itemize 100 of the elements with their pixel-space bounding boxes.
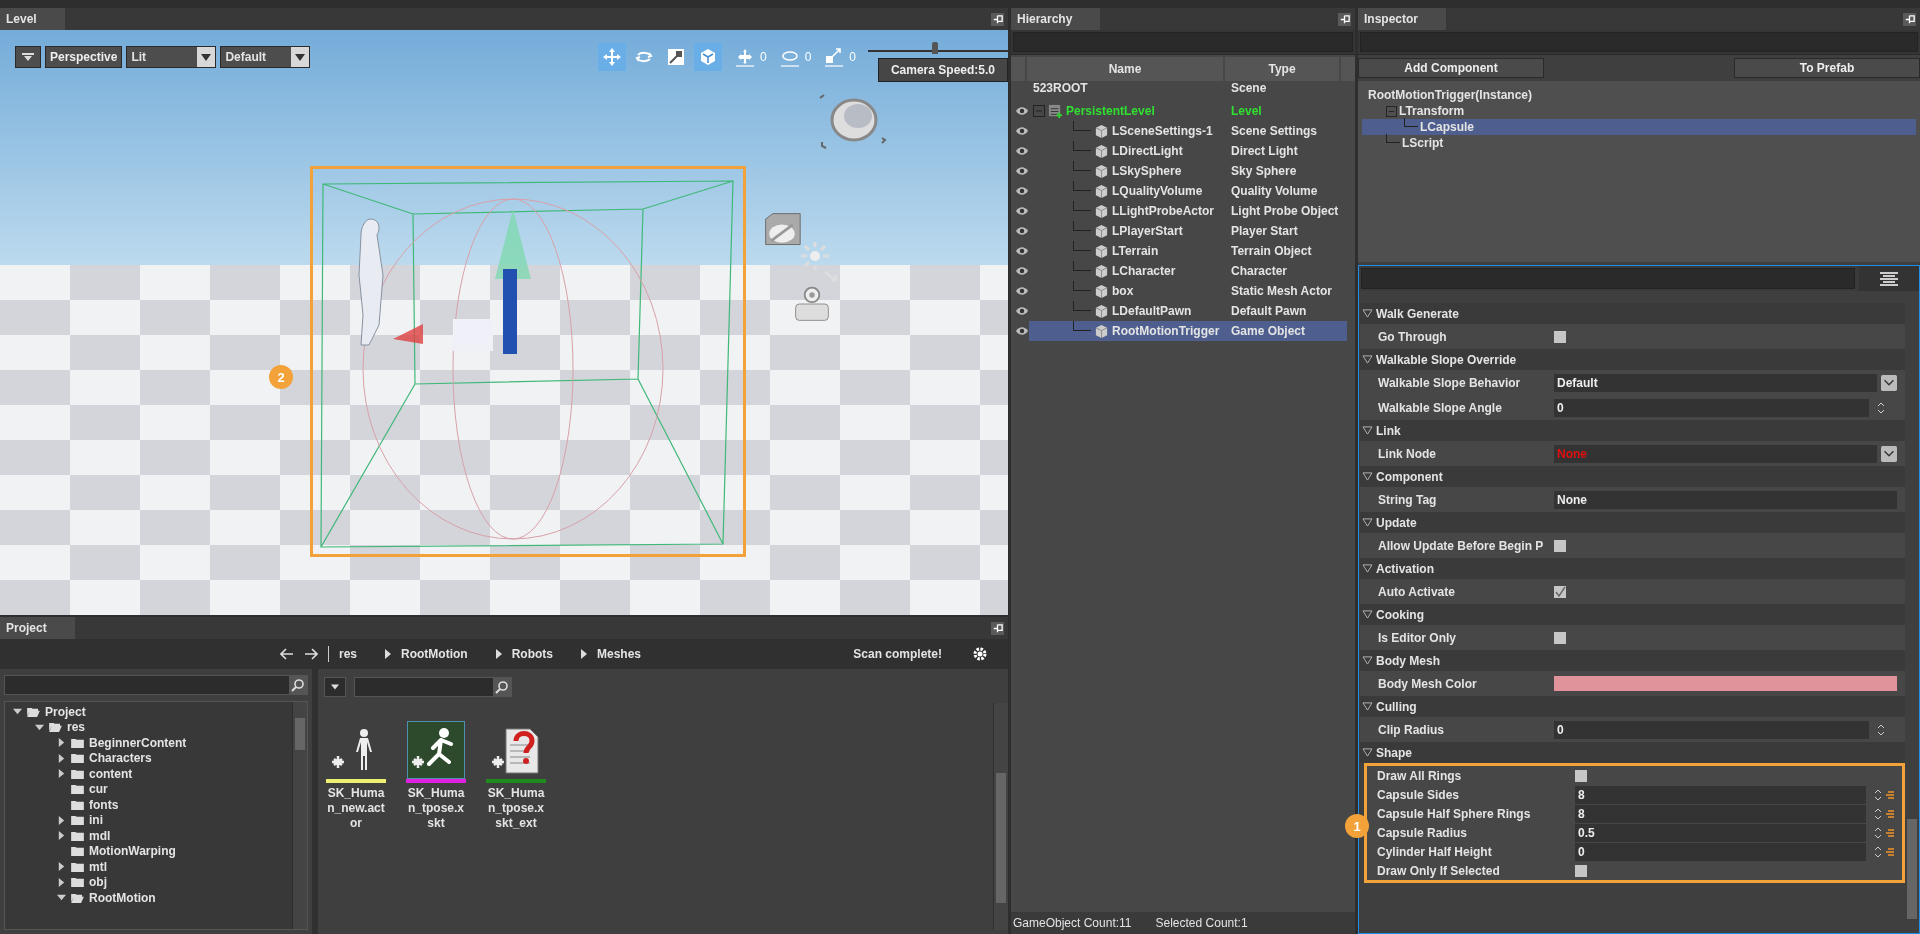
eye-icon[interactable]	[1015, 326, 1029, 336]
spinner-icon[interactable]	[1874, 787, 1882, 802]
checkbox[interactable]	[1575, 864, 1587, 877]
expand-arrow-icon[interactable]	[1362, 610, 1373, 619]
dropdown-field[interactable]: Default	[1554, 373, 1877, 392]
checkbox[interactable]	[1554, 539, 1566, 552]
expand-arrow-icon[interactable]	[1362, 309, 1373, 318]
group-header[interactable]: Link	[1360, 420, 1905, 441]
group-header[interactable]: Activation	[1360, 558, 1905, 579]
expand-arrow-icon[interactable]	[1362, 656, 1373, 665]
eye-icon[interactable]	[1015, 246, 1029, 256]
eye-icon[interactable]	[1015, 286, 1029, 296]
folder-name[interactable]: fonts	[89, 797, 119, 812]
folder-name[interactable]: obj	[89, 875, 107, 890]
asset-name[interactable]: SK_Human_tpose.xskt	[406, 786, 466, 831]
folder-name[interactable]: Project	[45, 704, 86, 719]
asset-name[interactable]: SK_Human_new.actor	[326, 786, 386, 831]
hierarchy-row[interactable]: LTerrain Terrain Object	[1029, 241, 1347, 261]
panel-tab[interactable]: Hierarchy	[1011, 8, 1101, 30]
eye-icon[interactable]	[1015, 146, 1029, 156]
expand-arrow-icon[interactable]	[1362, 355, 1373, 364]
checkbox[interactable]	[1575, 769, 1587, 782]
number-field[interactable]: 0.5	[1575, 823, 1866, 842]
folder-name[interactable]: ini	[89, 813, 103, 828]
checkbox[interactable]	[1554, 631, 1566, 644]
spinner-icon[interactable]	[1874, 806, 1882, 821]
panel-tab[interactable]: Inspector	[1358, 8, 1446, 30]
eye-icon[interactable]	[1015, 306, 1029, 316]
expand-arrow-icon[interactable]	[57, 893, 66, 903]
hierarchy-row[interactable]: LSceneSettings-1 Scene Settings	[1029, 121, 1347, 141]
expand-arrow-icon[interactable]	[57, 862, 66, 872]
component-row[interactable]: RootMotionTrigger(Instance)	[1362, 87, 1916, 103]
group-header[interactable]: Component	[1360, 466, 1905, 487]
hierarchy-row[interactable]: 523ROOT Scene	[1029, 81, 1347, 101]
eye-icon[interactable]	[1015, 186, 1029, 196]
group-header[interactable]: Shape	[1360, 742, 1905, 763]
checkbox[interactable]	[1554, 330, 1566, 343]
breadcrumb-link[interactable]: Meshes	[597, 647, 642, 661]
breadcrumb-link[interactable]: RootMotion	[401, 647, 468, 661]
expand-arrow-icon[interactable]	[1362, 702, 1373, 711]
breadcrumb-link[interactable]: res	[339, 647, 358, 661]
expand-arrow-icon[interactable]	[13, 707, 22, 717]
hierarchy-row[interactable]: LQualityVolume Quality Volume	[1029, 181, 1347, 201]
hierarchy-row[interactable]: LPlayerStart Player Start	[1029, 221, 1347, 241]
color-swatch[interactable]	[1554, 676, 1897, 691]
chevron-down-icon[interactable]	[1881, 445, 1897, 462]
expand-arrow-icon[interactable]	[1362, 426, 1373, 435]
eye-icon[interactable]	[1015, 106, 1029, 116]
expand-arrow-icon[interactable]	[57, 815, 66, 825]
hierarchy-row[interactable]: PersistentLevel Level	[1029, 101, 1347, 121]
spinner-icon[interactable]	[1874, 844, 1882, 859]
spinner-icon[interactable]	[1874, 825, 1882, 840]
back-icon[interactable]	[280, 648, 294, 660]
eye-icon[interactable]	[1015, 126, 1029, 136]
number-field[interactable]: 8	[1575, 785, 1866, 804]
slider-thumb[interactable]	[932, 42, 939, 54]
expand-arrow-icon[interactable]	[57, 877, 66, 887]
component-row[interactable]: LTransform	[1362, 103, 1916, 119]
hierarchy-row[interactable]: LLightProbeActor Light Probe Object	[1029, 201, 1347, 221]
hierarchy-row[interactable]: LDirectLight Direct Light	[1029, 141, 1347, 161]
spinner-icon[interactable]	[1877, 400, 1885, 415]
folder-name[interactable]: mdl	[89, 828, 111, 843]
expand-arrow-icon[interactable]	[1362, 472, 1373, 481]
column-header[interactable]: Type	[1225, 57, 1339, 81]
dock-icon[interactable]	[991, 621, 1004, 635]
expand-arrow-icon[interactable]	[57, 769, 66, 779]
group-header[interactable]: Walk Generate	[1360, 303, 1905, 324]
folder-name[interactable]: MotionWarping	[89, 844, 176, 859]
view-menu-button[interactable]	[15, 46, 41, 68]
expand-arrow-icon[interactable]	[1362, 748, 1373, 757]
panel-tab[interactable]: Project	[0, 617, 75, 639]
keyframe-icon[interactable]	[1886, 789, 1894, 800]
group-header[interactable]: Culling	[1360, 696, 1905, 717]
asset-thumbnail[interactable]	[407, 721, 465, 779]
breadcrumb-link[interactable]: Robots	[511, 647, 553, 661]
checkbox[interactable]	[1554, 585, 1566, 598]
menu-button[interactable]	[1859, 266, 1919, 291]
eye-icon[interactable]	[1015, 166, 1029, 176]
component-row[interactable]: LCapsule	[1362, 119, 1916, 135]
eye-icon[interactable]	[1015, 206, 1029, 216]
folder-name[interactable]: content	[89, 766, 133, 781]
group-header[interactable]: Walkable Slope Override	[1360, 349, 1905, 370]
hierarchy-row[interactable]: LCharacter Character	[1029, 261, 1347, 281]
dock-icon[interactable]	[991, 12, 1004, 26]
eye-icon[interactable]	[1015, 266, 1029, 276]
expand-arrow-icon[interactable]	[1362, 564, 1373, 573]
expand-arrow-icon[interactable]	[57, 738, 66, 748]
number-field[interactable]: 0	[1554, 720, 1869, 739]
group-header[interactable]: Body Mesh	[1360, 650, 1905, 671]
hierarchy-row[interactable]: box Static Mesh Actor	[1029, 281, 1347, 301]
scrollbar[interactable]	[292, 702, 307, 929]
forward-icon[interactable]	[304, 648, 318, 660]
folder-name[interactable]: RootMotion	[89, 890, 156, 905]
filter-dropdown[interactable]	[324, 677, 346, 697]
spinner-icon[interactable]	[1877, 722, 1885, 737]
folder-name[interactable]: cur	[89, 782, 108, 797]
text-field[interactable]: None	[1554, 490, 1897, 509]
column-header[interactable]: Name	[1027, 57, 1223, 81]
preset-dropdown[interactable]: Default	[220, 46, 311, 68]
expand-arrow-icon[interactable]	[57, 753, 66, 763]
